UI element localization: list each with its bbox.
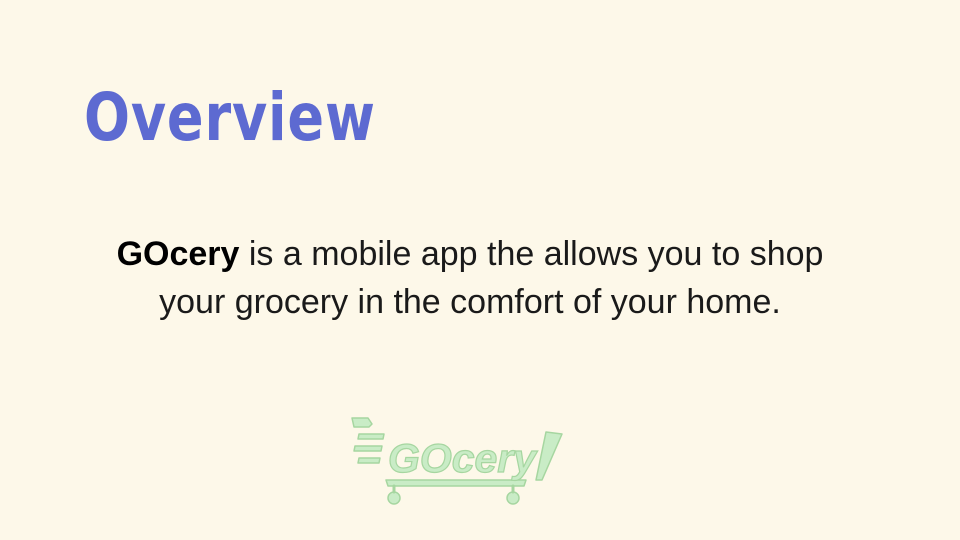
logo-wordmark: GOcery xyxy=(388,437,538,481)
shopping-cart-icon: GOcery xyxy=(351,417,563,505)
slide: Overview GOcery is a mobile app the allo… xyxy=(0,0,960,540)
overview-description: GOcery is a mobile app the allows you to… xyxy=(80,230,860,326)
brand-name: GOcery xyxy=(116,235,240,273)
description-text: is a mobile app the allows you to shop y… xyxy=(159,235,824,321)
slide-title: Overview xyxy=(84,79,376,156)
gocery-logo: GOcery xyxy=(350,410,565,510)
